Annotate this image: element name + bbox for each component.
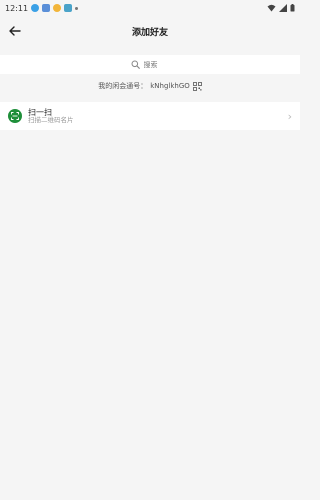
back-button[interactable]: [6, 22, 24, 40]
search-icon: [131, 60, 140, 69]
more-dot-icon: [75, 6, 79, 10]
status-bar: 12:11: [0, 0, 300, 14]
account-label: 我的闲会通号：: [98, 82, 148, 90]
arrow-left-icon: [9, 26, 21, 36]
signal-icon: [279, 4, 287, 12]
sun-icon: [53, 4, 62, 12]
wifi-icon: [267, 4, 276, 12]
account-id: kNhglkhGO: [150, 82, 190, 90]
scan-list-item[interactable]: 扫一扫 扫描二维码名片 ›: [0, 102, 300, 130]
search-input[interactable]: [143, 60, 170, 69]
scan-subtitle: 扫描二维码名片: [28, 115, 74, 124]
status-left: 12:11: [5, 3, 79, 13]
app-header: 添加好友: [0, 14, 300, 48]
page-title: 添加好友: [131, 27, 168, 38]
photo-icon: [64, 4, 73, 12]
search-bar[interactable]: [0, 55, 300, 74]
chevron-right-icon: ›: [287, 109, 292, 123]
status-right: [267, 4, 295, 12]
image-icon: [42, 4, 51, 12]
status-time: 12:11: [5, 3, 29, 13]
battery-icon: [290, 4, 295, 12]
scan-text: 扫一扫 扫描二维码名片: [28, 108, 288, 125]
account-number-row: 我的闲会通号： kNhglkhGO: [0, 74, 300, 98]
notification-icon: [31, 4, 40, 12]
scan-icon: [8, 109, 22, 123]
qr-code-icon[interactable]: [192, 81, 202, 91]
